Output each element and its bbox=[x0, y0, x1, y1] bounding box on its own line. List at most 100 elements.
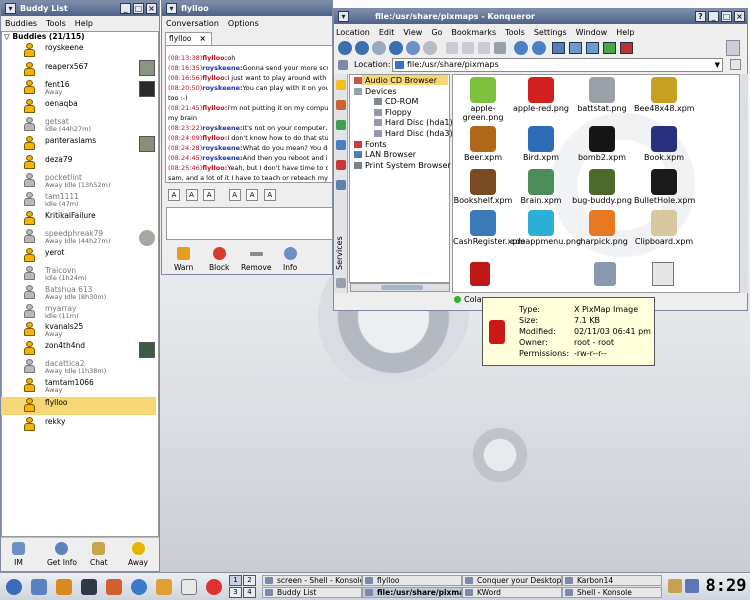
buddy-row[interactable]: myarray Idle (11m) bbox=[22, 304, 174, 320]
desktop-2-button[interactable]: 2 bbox=[243, 575, 256, 586]
task-konsole-screen[interactable]: screen - Shell - Konsole bbox=[262, 575, 362, 586]
underline-tool-button[interactable]: A bbox=[203, 189, 216, 201]
paste-icon[interactable] bbox=[478, 42, 490, 54]
zoom-out-icon[interactable] bbox=[532, 41, 546, 55]
desktop-4-button[interactable]: 4 bbox=[243, 587, 256, 598]
file-item[interactable]: battstat.png bbox=[572, 77, 632, 113]
task-konsole-shell[interactable]: Shell - Konsole bbox=[562, 587, 662, 598]
office-button[interactable] bbox=[177, 576, 201, 598]
control-center-button[interactable] bbox=[52, 576, 76, 598]
file-item[interactable]: BulletHole.xpm bbox=[634, 169, 695, 205]
window-menu-icon[interactable]: ▾ bbox=[166, 3, 177, 14]
chat-titlebar[interactable]: ▾ flylloo bbox=[162, 1, 332, 16]
task-conquer-desktop[interactable]: Conquer your Desktop! - bbox=[462, 575, 562, 586]
tree-item[interactable]: Floppy bbox=[374, 108, 412, 118]
minimize-icon[interactable]: _ bbox=[708, 11, 719, 22]
konqueror-titlebar[interactable]: ▾ file:/usr/share/pixmaps - Konqueror ? … bbox=[334, 9, 747, 24]
buddy-group-header[interactable]: ▽ Buddies (21/115) bbox=[4, 32, 85, 41]
home-sidebar-icon[interactable] bbox=[336, 140, 346, 150]
tray-clipboard-icon[interactable] bbox=[668, 579, 682, 593]
konsole-button[interactable] bbox=[77, 576, 101, 598]
buddy-row[interactable]: oenaqba bbox=[22, 99, 174, 113]
file-item[interactable]: Brain.xpm bbox=[511, 169, 571, 205]
file-item[interactable]: Bird.xpm bbox=[511, 126, 571, 162]
copy-icon[interactable] bbox=[462, 42, 474, 54]
minimize-icon[interactable]: _ bbox=[120, 3, 131, 14]
buddy-row[interactable]: tam1111 Idle (47m) bbox=[22, 192, 174, 208]
im-button[interactable]: IM bbox=[12, 542, 25, 567]
help-button[interactable] bbox=[202, 576, 226, 598]
file-item[interactable]: bomb2.xpm bbox=[572, 126, 632, 162]
network-sidebar-icon[interactable] bbox=[336, 120, 346, 130]
menu-tools[interactable]: Tools bbox=[505, 28, 525, 37]
away-button[interactable]: Away bbox=[128, 542, 148, 567]
font-face-tool-button[interactable]: A bbox=[263, 189, 276, 201]
bold-tool-button[interactable]: A bbox=[168, 189, 180, 201]
location-input[interactable]: file:/usr/share/pixmaps ▼ bbox=[392, 58, 723, 72]
buddy-row[interactable]: getsat Idle (44h27m) bbox=[22, 117, 174, 133]
mail-button[interactable] bbox=[152, 576, 176, 598]
file-item[interactable]: Book.xpm bbox=[634, 126, 694, 162]
menu-view[interactable]: View bbox=[403, 28, 422, 37]
home-folder-button[interactable] bbox=[102, 576, 126, 598]
bookmarks-sidebar-icon[interactable] bbox=[336, 80, 346, 90]
zoom-in-icon[interactable] bbox=[514, 41, 528, 55]
reload-icon[interactable] bbox=[406, 41, 420, 55]
font-larger-tool-button[interactable]: A bbox=[228, 189, 241, 201]
file-item[interactable]: Bookshelf.xpm bbox=[453, 169, 513, 205]
task-kword[interactable]: KWord bbox=[462, 587, 562, 598]
tree-item[interactable]: Fonts bbox=[354, 140, 387, 150]
task-karbon14[interactable]: Karbon14 bbox=[562, 575, 662, 586]
buddy-row[interactable]: kvanals25 Away bbox=[22, 322, 174, 338]
file-view-scrollbar[interactable] bbox=[739, 74, 748, 293]
get-info-button[interactable]: Get Info bbox=[47, 542, 77, 567]
gallery-icon[interactable] bbox=[620, 42, 633, 54]
icon-view-icon[interactable] bbox=[552, 42, 565, 54]
block-button[interactable]: Block bbox=[209, 247, 229, 272]
file-item[interactable]: cdeappmenu.png bbox=[511, 210, 581, 246]
desktop-3-button[interactable]: 3 bbox=[229, 587, 242, 598]
buddy-row[interactable]: KritikalFailure bbox=[22, 211, 174, 225]
maximize-icon[interactable]: □ bbox=[721, 11, 732, 22]
sidebar-tab-services[interactable]: Services bbox=[335, 236, 344, 270]
buddy-row[interactable]: Batshua 613 Away Idle (8h30m) bbox=[22, 285, 174, 301]
chat-button[interactable]: Chat bbox=[90, 542, 108, 567]
buddy-row[interactable]: pocketlint Away Idle (13h52m) bbox=[22, 173, 174, 189]
buddy-row[interactable]: tamtam1066 Away bbox=[22, 378, 174, 394]
file-item[interactable]: Clipboard.xpm bbox=[634, 210, 694, 246]
buddy-row[interactable]: flylloo bbox=[22, 398, 174, 412]
buddy-row[interactable]: dacattica2 Away Idle (1h38m) bbox=[22, 359, 174, 375]
message-input[interactable] bbox=[166, 207, 333, 240]
taskbar-clock[interactable]: 8:29 bbox=[704, 574, 748, 598]
file-item[interactable]: CashRegister.xpm bbox=[453, 210, 525, 246]
show-desktop-button[interactable] bbox=[27, 576, 51, 598]
menu-settings[interactable]: Settings bbox=[534, 28, 567, 37]
stop-icon[interactable] bbox=[423, 41, 437, 55]
chat-tab[interactable]: flylloo × bbox=[165, 32, 212, 45]
maximize-icon[interactable]: □ bbox=[133, 3, 144, 14]
task-konqueror-pixmaps[interactable]: file:/usr/share/pixmaps bbox=[362, 587, 462, 598]
tree-view-icon[interactable] bbox=[586, 42, 599, 54]
menu-buddies[interactable]: Buddies bbox=[5, 19, 37, 28]
menu-bookmarks[interactable]: Bookmarks bbox=[451, 28, 496, 37]
menu-edit[interactable]: Edit bbox=[379, 28, 395, 37]
cut-icon[interactable] bbox=[446, 42, 458, 54]
media-sidebar-icon[interactable] bbox=[336, 160, 346, 170]
home-icon[interactable] bbox=[389, 41, 403, 55]
scroll-thumb[interactable] bbox=[381, 285, 423, 290]
tree-item[interactable]: Devices bbox=[354, 87, 397, 97]
file-item[interactable]: Bee48x48.xpm bbox=[634, 77, 695, 113]
close-icon[interactable]: × bbox=[146, 3, 157, 14]
back-arrow-icon[interactable] bbox=[355, 41, 369, 55]
konqueror-button[interactable] bbox=[127, 576, 151, 598]
window-menu-icon[interactable]: ▾ bbox=[338, 11, 349, 22]
window-menu-icon[interactable]: ▾ bbox=[5, 3, 16, 14]
buddy-row[interactable]: yerot bbox=[22, 248, 174, 262]
italic-tool-button[interactable]: A bbox=[185, 189, 198, 201]
warn-button[interactable]: Warn bbox=[174, 247, 193, 272]
tree-item[interactable]: CD-ROM bbox=[374, 97, 418, 107]
up-arrow-icon[interactable] bbox=[338, 41, 352, 55]
tree-item[interactable]: Print System Browser bbox=[354, 161, 451, 171]
clear-location-icon[interactable] bbox=[338, 60, 348, 70]
remove-button[interactable]: Remove bbox=[241, 247, 271, 272]
